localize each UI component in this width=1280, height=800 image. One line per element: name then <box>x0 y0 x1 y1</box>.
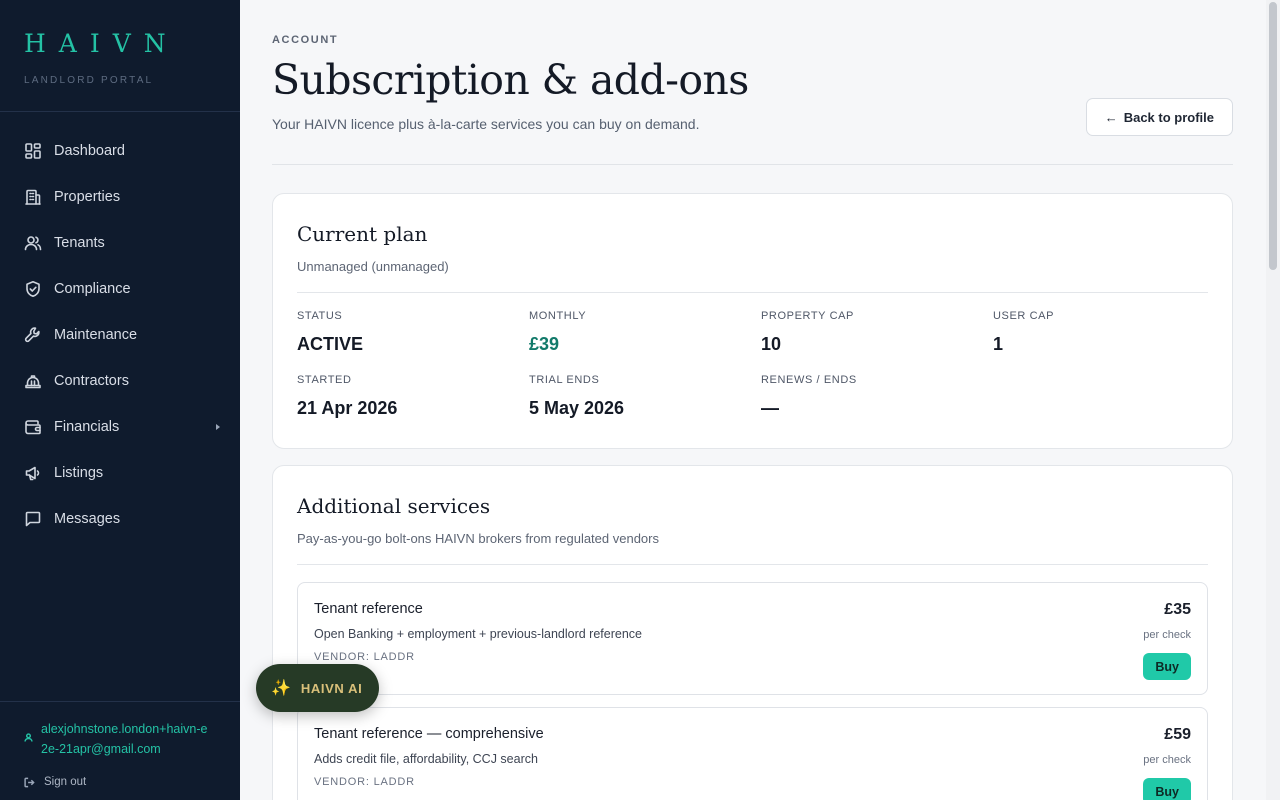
sidebar-item-messages[interactable]: Messages <box>0 496 240 542</box>
sidebar-item-maintenance[interactable]: Maintenance <box>0 312 240 358</box>
users-icon <box>24 234 42 252</box>
brand-logo[interactable]: HAIVN <box>24 30 240 58</box>
sign-out-icon <box>24 777 35 787</box>
service-name: Tenant reference — comprehensive <box>314 726 544 742</box>
back-to-profile-label: Back to profile <box>1123 109 1214 125</box>
sidebar-item-listings[interactable]: Listings <box>0 450 240 496</box>
stat-label: TRIAL ENDS <box>529 374 600 386</box>
stat-user-cap: USER CAP 1 <box>993 310 1209 355</box>
sidebar-item-label: Messages <box>54 511 121 527</box>
user-icon <box>24 719 41 747</box>
sidebar-item-label: Contractors <box>54 373 129 389</box>
additional-services-title: Additional services <box>297 494 491 518</box>
stat-label: STARTED <box>297 374 352 386</box>
stat-value: — <box>761 398 779 418</box>
section-eyebrow: ACCOUNT <box>272 34 339 46</box>
sidebar-item-properties[interactable]: Properties <box>0 174 240 220</box>
additional-services-card: Additional services Pay-as-you-go bolt-o… <box>272 465 1233 800</box>
sidebar-item-label: Compliance <box>54 281 131 297</box>
service-item-tenant-reference: Tenant reference Open Banking + employme… <box>297 582 1208 695</box>
sidebar-footer: alexjohnstone.london+haivn-e2e-21apr@gma… <box>0 701 240 800</box>
sidebar-item-label: Properties <box>54 189 121 205</box>
buy-button[interactable]: Buy <box>1143 653 1191 680</box>
sign-out-label: Sign out <box>44 776 87 788</box>
sidebar-item-compliance[interactable]: Compliance <box>0 266 240 312</box>
stat-label: MONTHLY <box>529 310 587 322</box>
header-divider <box>272 164 1233 165</box>
stat-value: £39 <box>529 334 560 354</box>
sidebar-item-label: Dashboard <box>54 143 125 159</box>
service-name: Tenant reference <box>314 601 423 617</box>
sidebar-item-dashboard[interactable]: Dashboard <box>0 128 240 174</box>
current-plan-card: Current plan Unmanaged (unmanaged) STATU… <box>272 193 1233 449</box>
stat-started: STARTED 21 Apr 2026 <box>297 374 529 419</box>
sidebar-item-label: Tenants <box>54 235 105 251</box>
buy-button[interactable]: Buy <box>1143 778 1191 800</box>
user-info: alexjohnstone.london+haivn-e2e-21apr@gma… <box>24 719 216 759</box>
service-price-unit: per check <box>1143 754 1191 766</box>
wrench-icon <box>24 326 42 344</box>
service-vendor: VENDOR: LADDR <box>314 651 415 663</box>
plan-stats: STATUS ACTIVE MONTHLY £39 PROPERTY CAP 1… <box>297 310 1208 419</box>
sparkles-icon: ✨ <box>271 680 291 697</box>
plan-divider <box>297 292 1208 293</box>
services-divider <box>297 564 1208 565</box>
arrow-left-icon: ← <box>1104 109 1118 125</box>
sidebar-item-financials[interactable]: Financials <box>0 404 240 450</box>
stat-value: 21 Apr 2026 <box>297 398 398 418</box>
sidebar-item-label: Listings <box>54 465 104 481</box>
current-plan-title: Current plan <box>297 222 428 246</box>
haivn-ai-button[interactable]: ✨ HAIVN AI <box>256 664 379 712</box>
stat-value: 10 <box>761 334 782 354</box>
page-subtitle: Your HAIVN licence plus à-la-carte servi… <box>272 116 700 132</box>
service-price: £59 <box>1164 726 1191 743</box>
sidebar-item-label: Maintenance <box>54 327 138 343</box>
service-vendor: VENDOR: LADDR <box>314 776 415 788</box>
scrollbar-thumb[interactable] <box>1269 2 1277 270</box>
hard-hat-icon <box>24 372 42 390</box>
sidebar-item-label: Financials <box>54 419 120 435</box>
service-price: £35 <box>1164 601 1191 618</box>
user-email: alexjohnstone.london+haivn-e2e-21apr@gma… <box>41 722 208 756</box>
stat-monthly: MONTHLY £39 <box>529 310 761 355</box>
dashboard-icon <box>24 142 42 160</box>
page-title: Subscription & add-ons <box>272 56 749 104</box>
service-description: Open Banking + employment + previous-lan… <box>314 627 642 641</box>
service-price-unit: per check <box>1143 629 1191 641</box>
brand: HAIVN LANDLORD PORTAL <box>0 0 240 112</box>
sidebar-item-tenants[interactable]: Tenants <box>0 220 240 266</box>
page-scrollbar[interactable] <box>1266 0 1280 800</box>
wallet-icon <box>24 418 42 436</box>
stat-status: STATUS ACTIVE <box>297 310 529 355</box>
megaphone-icon <box>24 464 42 482</box>
stat-label: PROPERTY CAP <box>761 310 854 322</box>
additional-services-subtitle: Pay-as-you-go bolt-ons HAIVN brokers fro… <box>297 531 659 546</box>
sidebar-item-contractors[interactable]: Contractors <box>0 358 240 404</box>
haivn-ai-label: HAIVN AI <box>300 680 363 696</box>
stat-trial-ends: TRIAL ENDS 5 May 2026 <box>529 374 761 419</box>
stat-property-cap: PROPERTY CAP 10 <box>761 310 993 355</box>
stat-label: USER CAP <box>993 310 1055 322</box>
back-to-profile-button[interactable]: ← Back to profile <box>1085 98 1233 136</box>
service-item-tenant-reference-comprehensive: Tenant reference — comprehensive Adds cr… <box>297 707 1208 800</box>
stat-renews-ends: RENEWS / ENDS — <box>761 374 993 419</box>
sidebar: HAIVN LANDLORD PORTAL Dashboard Properti… <box>0 0 240 800</box>
building-icon <box>24 188 42 206</box>
stat-label: RENEWS / ENDS <box>761 374 857 386</box>
current-plan-subtitle: Unmanaged (unmanaged) <box>297 259 449 274</box>
stat-label: STATUS <box>297 310 343 322</box>
sidebar-nav: Dashboard Properties Tenants Compliance … <box>0 112 240 542</box>
chevron-right-icon[interactable] <box>216 424 220 430</box>
stat-value: ACTIVE <box>297 334 364 354</box>
stat-value: 5 May 2026 <box>529 398 625 418</box>
sign-out-button[interactable]: Sign out <box>24 776 216 788</box>
shield-check-icon <box>24 280 42 298</box>
brand-subtitle: LANDLORD PORTAL <box>24 75 154 86</box>
service-description: Adds credit file, affordability, CCJ sea… <box>314 752 538 766</box>
message-icon <box>24 510 42 528</box>
stat-value: 1 <box>993 334 1004 354</box>
